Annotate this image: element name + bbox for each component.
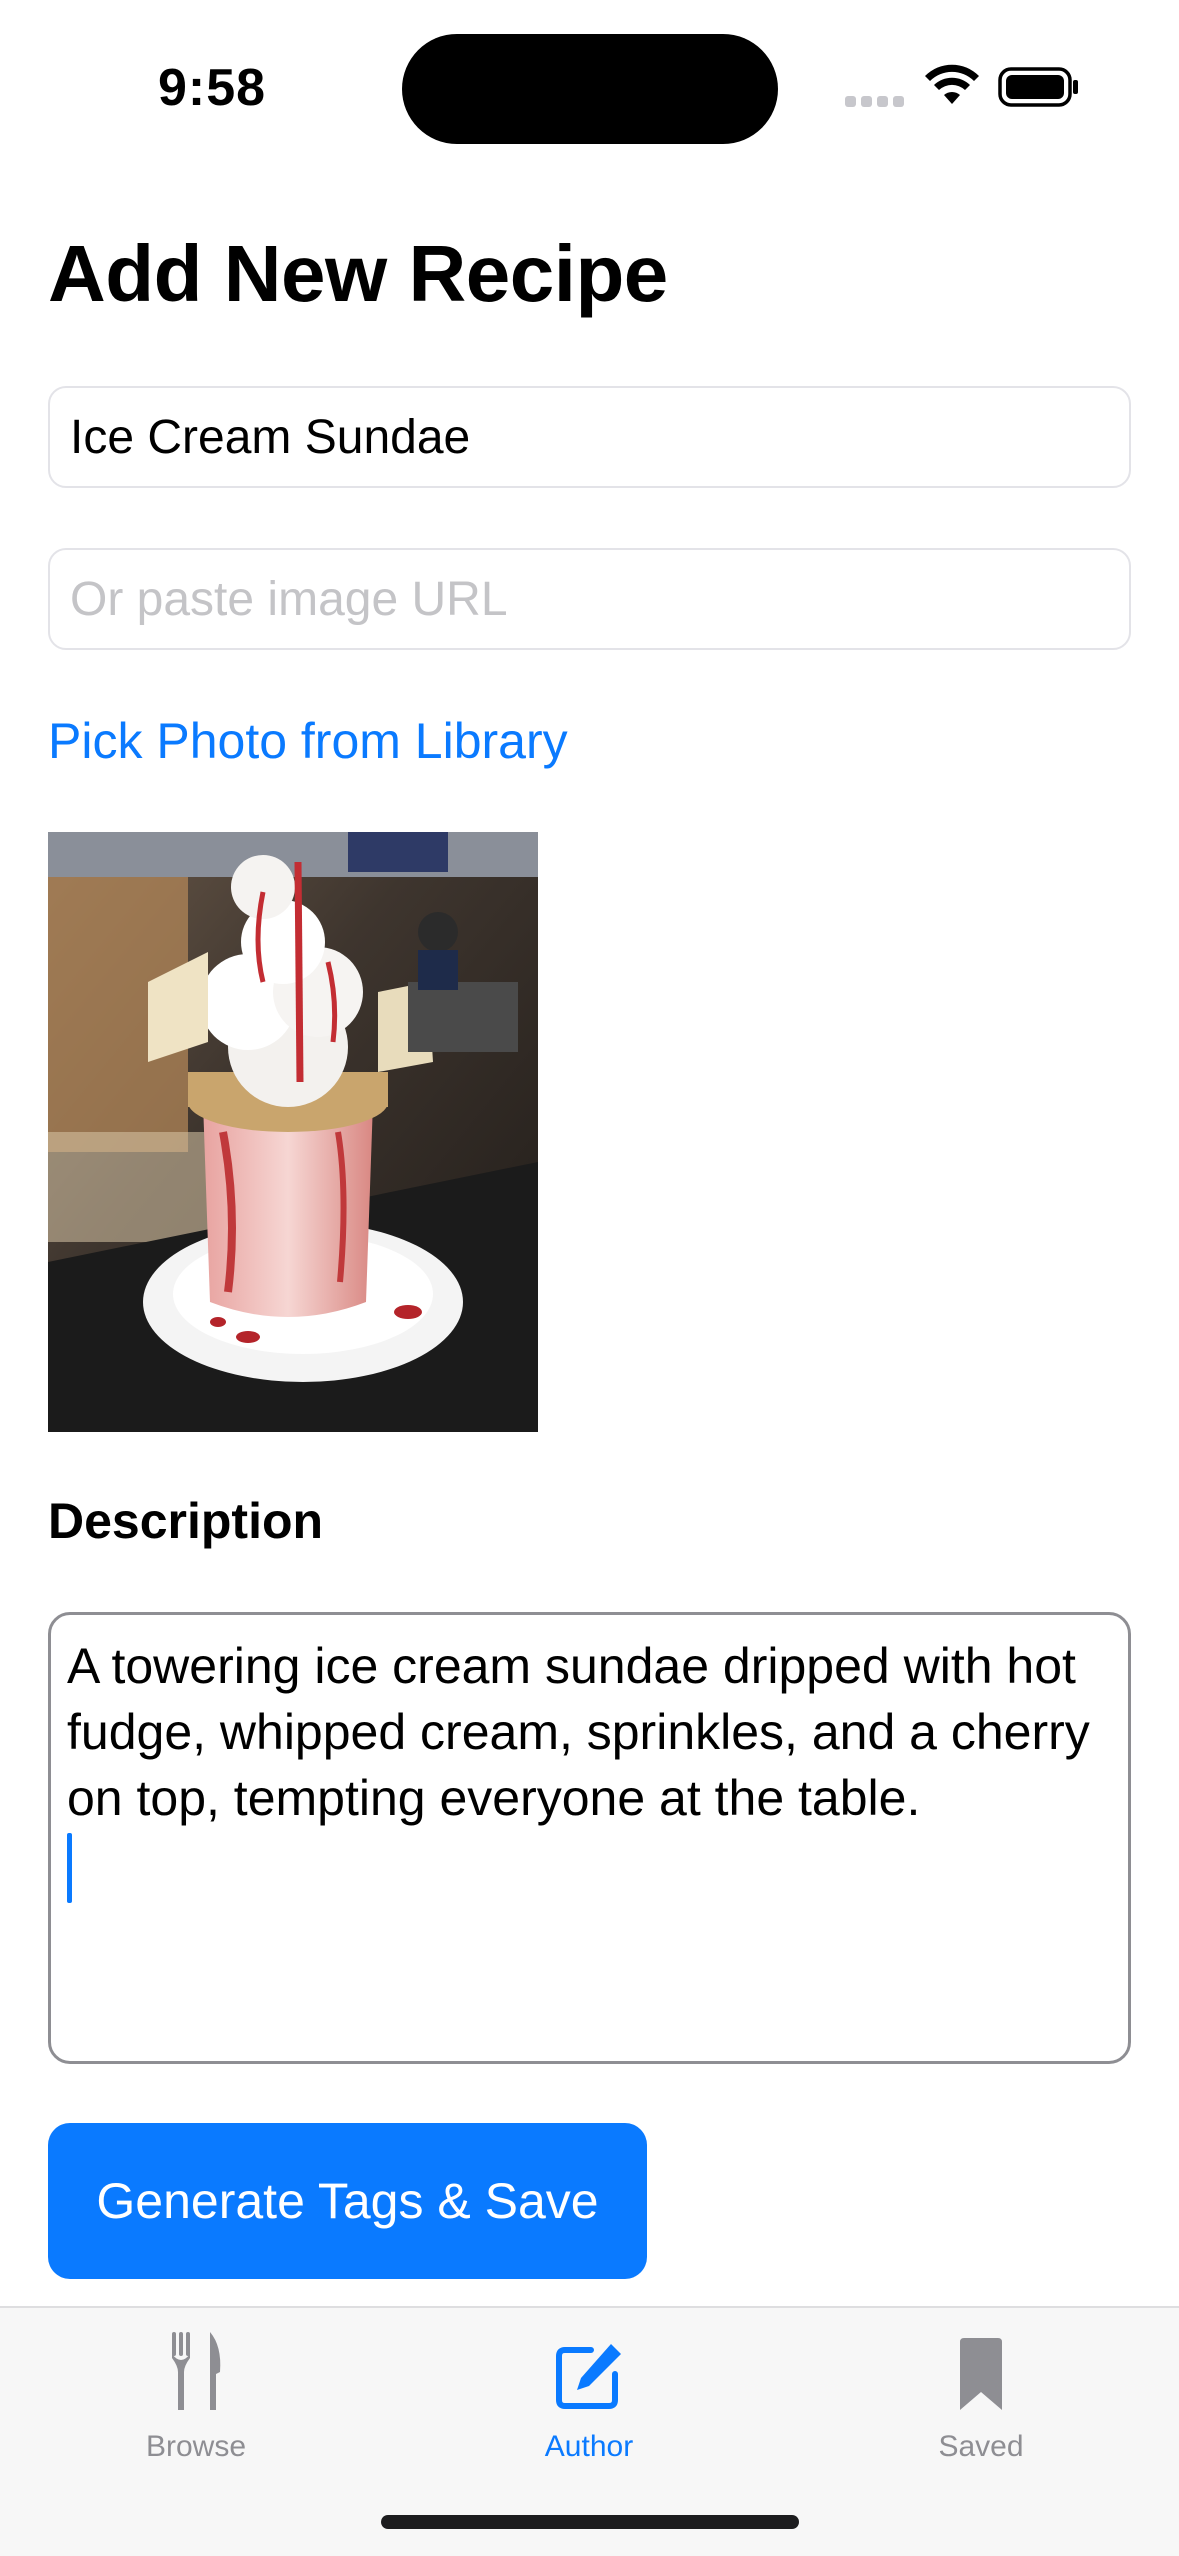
status-time: 9:58 (158, 59, 267, 117)
dynamic-island (402, 34, 778, 144)
tab-browse-label: Browse (145, 2430, 247, 2463)
pick-photo-button[interactable]: Pick Photo from Library (48, 712, 568, 770)
text-cursor (67, 1833, 72, 1903)
generate-tags-save-button[interactable]: Generate Tags & Save (48, 2123, 647, 2279)
page-title: Add New Recipe (48, 229, 668, 318)
status-bar: 9:58 (0, 0, 1179, 170)
tab-saved[interactable]: Saved (861, 2318, 1101, 2468)
description-label: Description (48, 1493, 324, 1549)
description-text: A towering ice cream sundae dripped with… (67, 1638, 1090, 1826)
home-indicator[interactable] (381, 2515, 799, 2529)
bookmark-icon (956, 2318, 1006, 2412)
fork-knife-icon (170, 2318, 222, 2412)
tab-saved-label: Saved (938, 2430, 1024, 2463)
tab-author[interactable]: Author (469, 2318, 709, 2468)
recipe-photo (48, 832, 538, 1432)
image-url-input[interactable] (48, 548, 1131, 650)
wifi-icon (925, 64, 979, 104)
tab-browse[interactable]: Browse (76, 2318, 316, 2468)
battery-icon (998, 67, 1078, 107)
description-textarea[interactable]: A towering ice cream sundae dripped with… (48, 1612, 1131, 2064)
cellular-signal-icon (845, 96, 905, 108)
compose-icon (553, 2318, 625, 2412)
sundae-photo-image (48, 832, 538, 1432)
tab-author-label: Author (544, 2430, 634, 2463)
recipe-name-input[interactable] (48, 386, 1131, 488)
